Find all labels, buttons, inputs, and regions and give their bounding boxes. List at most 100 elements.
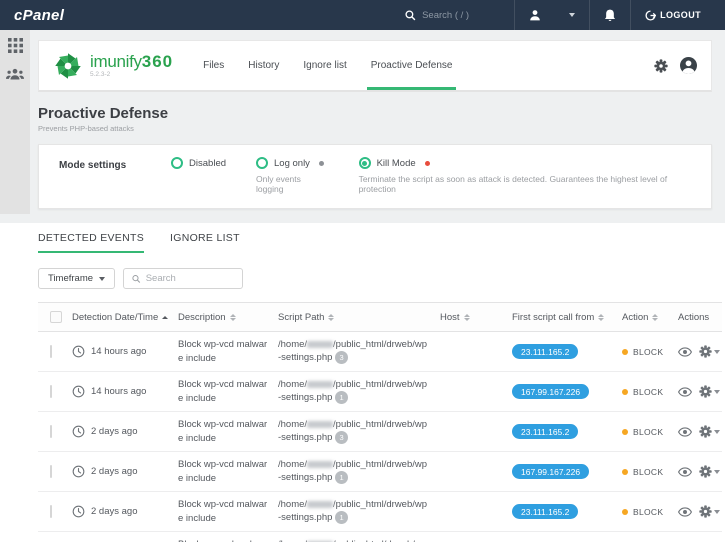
mode-option-disabled: Disabled: [171, 157, 226, 194]
view-details-button[interactable]: [678, 467, 692, 477]
occurrence-count-badge: 3: [335, 431, 348, 444]
events-search[interactable]: [123, 268, 243, 289]
row-checkbox[interactable]: [50, 385, 52, 398]
action-status-dot: [622, 429, 628, 435]
view-details-button[interactable]: [678, 347, 692, 357]
mode-radio-row[interactable]: Log only: [256, 157, 329, 169]
first-call-ip-pill[interactable]: 23.111.165.2: [512, 504, 578, 519]
action-label: BLOCK: [633, 507, 663, 517]
event-description: Block wp-vcd malware include: [178, 498, 278, 526]
action-status-dot: [622, 509, 628, 515]
clock-icon: [72, 465, 85, 478]
row-actions-menu-button[interactable]: [699, 505, 720, 518]
events-search-input[interactable]: [146, 273, 234, 284]
occurrence-count-badge: 1: [335, 391, 348, 404]
settings-gear-icon[interactable]: [654, 59, 668, 73]
events-toolbar: Timeframe: [38, 268, 725, 289]
tab-detected-events[interactable]: DETECTED EVENTS: [38, 232, 144, 253]
event-time: 2 days ago: [91, 466, 137, 477]
timeframe-dropdown[interactable]: Timeframe: [38, 268, 115, 289]
brand-name: imunify: [90, 52, 142, 71]
row-checkbox[interactable]: [50, 425, 52, 438]
radio-icon[interactable]: [171, 157, 183, 169]
account-avatar[interactable]: [680, 57, 697, 74]
avatar-person-icon: [680, 57, 697, 74]
masked-username: [307, 341, 333, 348]
first-call-ip-pill[interactable]: 167.99.167.226: [512, 464, 589, 479]
global-search-input[interactable]: [422, 10, 500, 21]
logout-button[interactable]: LOGOUT: [631, 0, 715, 30]
global-search[interactable]: [391, 0, 514, 30]
select-all-checkbox[interactable]: [38, 311, 72, 323]
event-script-path: /home//public_html/drweb/wp-settings.php…: [278, 498, 440, 526]
chevron-down-icon: [99, 277, 105, 281]
events-tabs: DETECTED EVENTS IGNORE LIST: [38, 232, 725, 253]
nav-history[interactable]: History: [236, 41, 291, 90]
nav-proactive-defense[interactable]: Proactive Defense: [359, 41, 465, 90]
bell-icon: [604, 9, 616, 22]
mode-option-kill-mode: Kill ModeTerminate the script as soon as…: [359, 157, 697, 194]
first-call-ip-pill[interactable]: 23.111.165.2: [512, 424, 578, 439]
action-label: BLOCK: [633, 427, 663, 437]
row-actions-menu-button[interactable]: [699, 425, 720, 438]
imunify-header-card: imunify360 5.2.3-2 FilesHistoryIgnore li…: [38, 40, 712, 92]
sort-icon: [464, 314, 470, 321]
column-header-host[interactable]: Host: [440, 312, 512, 323]
radio-icon[interactable]: [256, 157, 268, 169]
page-title: Proactive Defense: [38, 105, 712, 122]
view-details-button[interactable]: [678, 387, 692, 397]
mode-option-label: Disabled: [189, 158, 226, 169]
occurrence-count-badge: 1: [335, 511, 348, 524]
column-header-first-script-call-from[interactable]: First script call from: [512, 312, 622, 323]
row-checkbox[interactable]: [50, 345, 52, 358]
table-row: 2 days ago Block wp-vcd malware include …: [38, 452, 722, 492]
first-call-ip-pill[interactable]: 23.111.165.2: [512, 344, 578, 359]
row-checkbox[interactable]: [50, 465, 52, 478]
mode-radio-row[interactable]: Kill Mode: [359, 157, 697, 169]
user-icon: [529, 9, 541, 21]
mode-radio-row[interactable]: Disabled: [171, 157, 226, 169]
nav-ignore-list[interactable]: Ignore list: [291, 41, 358, 90]
notifications-button[interactable]: [590, 0, 630, 30]
search-icon: [405, 10, 416, 21]
sort-icon: [328, 314, 334, 321]
view-details-button[interactable]: [678, 507, 692, 517]
chevron-down-icon: [569, 13, 575, 17]
event-description: Block wp-vcd malware include: [178, 458, 278, 486]
action-status-dot: [622, 389, 628, 395]
column-header-script-path[interactable]: Script Path: [278, 312, 440, 323]
action-label: BLOCK: [633, 347, 663, 357]
nav-files[interactable]: Files: [191, 41, 236, 90]
column-header-action[interactable]: Action: [622, 312, 678, 323]
tab-ignore-list[interactable]: IGNORE LIST: [170, 232, 240, 253]
apps-grid-icon[interactable]: [8, 38, 23, 53]
row-actions-menu-button[interactable]: [699, 465, 720, 478]
user-menu-button[interactable]: [515, 0, 555, 30]
event-time: 2 days ago: [91, 506, 137, 517]
gear-icon: [699, 345, 712, 358]
imunify360-pinwheel-icon: [53, 51, 83, 81]
view-details-button[interactable]: [678, 427, 692, 437]
row-actions-menu-button[interactable]: [699, 385, 720, 398]
user-groups-icon[interactable]: [6, 67, 24, 81]
gear-icon: [699, 385, 712, 398]
version-label: 5.2.3-2: [90, 72, 173, 79]
user-menu-caret[interactable]: [555, 0, 589, 30]
path-prefix: /home/: [278, 419, 307, 430]
select-all-checkbox[interactable]: [50, 311, 62, 323]
column-header-detection-date-time[interactable]: Detection Date/Time: [72, 312, 178, 323]
mode-option-label: Kill Mode: [377, 158, 416, 169]
column-header-description[interactable]: Description: [178, 312, 278, 323]
chevron-down-icon: [714, 510, 720, 514]
radio-icon[interactable]: [359, 157, 371, 169]
brand-suffix: 360: [142, 52, 173, 71]
left-sidebar: [0, 30, 30, 214]
event-description: Block wp-vcd malware include: [178, 418, 278, 446]
row-checkbox[interactable]: [50, 505, 52, 518]
mode-status-dot: [425, 161, 430, 166]
column-header-actions: Actions: [678, 312, 722, 323]
first-call-ip-pill[interactable]: 167.99.167.226: [512, 384, 589, 399]
clock-icon: [72, 345, 85, 358]
detected-events-table: Detection Date/TimeDescriptionScript Pat…: [38, 302, 722, 542]
row-actions-menu-button[interactable]: [699, 345, 720, 358]
